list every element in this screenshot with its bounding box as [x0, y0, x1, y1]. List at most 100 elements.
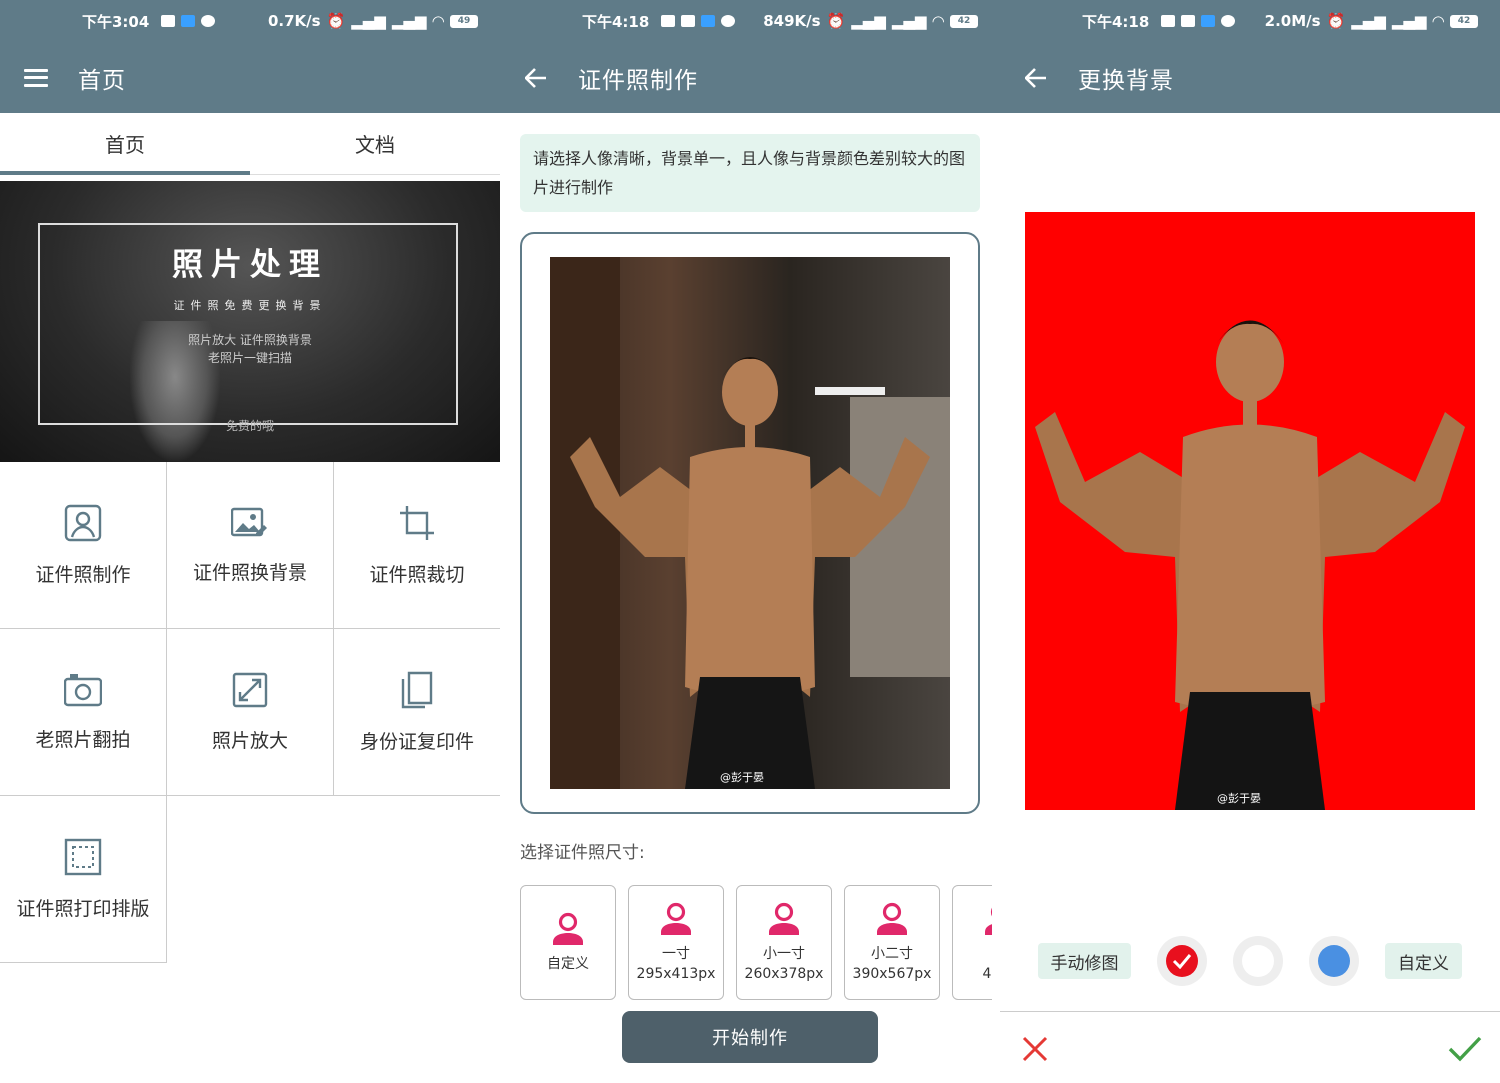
status-time: 下午4:18	[1082, 12, 1150, 31]
photo-watermark: @彭于晏	[720, 771, 764, 784]
status-bar: 下午3:04 0.7K/s ⏰ ▂▄▆ ▂▄▆ ◠ 49	[0, 0, 500, 42]
alarm-icon: ⏰	[326, 12, 346, 30]
swatch-red[interactable]	[1157, 936, 1207, 986]
dnd-icon	[201, 15, 216, 27]
custom-color-button[interactable]: 自定义	[1385, 943, 1462, 979]
status-time: 下午3:04	[82, 12, 150, 31]
feature-old-photo[interactable]: 老照片翻拍	[0, 629, 167, 796]
feature-label: 照片放大	[211, 729, 288, 752]
network-speed: 0.7K/s	[267, 12, 321, 30]
alarm-icon: ⏰	[1326, 12, 1346, 30]
swatch-blue[interactable]	[1309, 936, 1359, 986]
signal-icon-2: ▂▄▆	[891, 12, 927, 30]
person-icon	[985, 907, 992, 935]
feature-label: 证件照制作	[35, 563, 131, 586]
message-icon	[1161, 15, 1176, 27]
sizes-label: 选择证件照尺寸:	[520, 843, 645, 863]
network-speed: 849K/s	[763, 12, 821, 30]
screen-id-photo: 下午4:18 849K/s ⏰ ▂▄▆ ▂▄▆ ◠ 42 证件照制作 请选择人像…	[500, 0, 1000, 1083]
dnd-icon	[1221, 15, 1236, 27]
status-bar: 下午4:18 849K/s ⏰ ▂▄▆ ▂▄▆ ◠ 42	[500, 0, 1000, 42]
menu-icon[interactable]	[24, 66, 48, 90]
promo-banner[interactable]: 照片处理 证件照免费更换背景 照片放大 证件照换背景 老照片一键扫描 免费的哦	[0, 181, 500, 462]
print-layout-icon	[64, 838, 102, 875]
close-icon[interactable]	[1022, 1036, 1048, 1062]
status-bar: 下午4:18 2.0M/s ⏰ ▂▄▆ ▂▄▆ ◠ 42	[1000, 0, 1500, 42]
tab-home[interactable]: 首页	[0, 113, 250, 175]
photo-watermark: @彭于晏	[1217, 792, 1261, 805]
tab-documents[interactable]: 文档	[250, 113, 500, 174]
size-option-small-1inch[interactable]: 小一寸 260x378px	[736, 885, 832, 1000]
selected-photo: @彭于晏	[550, 257, 950, 789]
banner-subtitle: 证件照免费更换背景	[173, 299, 327, 312]
battery-icon: 42	[1450, 14, 1478, 28]
back-arrow-icon[interactable]	[1024, 66, 1048, 90]
network-speed: 2.0M/s	[1264, 12, 1321, 30]
size-name: 小二寸	[871, 945, 913, 962]
status-time: 下午4:18	[582, 12, 650, 31]
image-edit-icon	[231, 507, 267, 536]
size-option-small-2inch[interactable]: 小二寸 390x567px	[844, 885, 940, 1000]
person-icon	[769, 902, 799, 935]
hint-box: 请选择人像清晰，背景单一，且人像与背景颜色差别较大的图片进行制作	[520, 134, 980, 212]
feature-label: 身份证复印件	[359, 730, 474, 753]
page-title: 证件照制作	[578, 67, 698, 94]
feature-change-bg[interactable]: 证件照换背景	[167, 462, 334, 629]
feature-enlarge[interactable]: 照片放大	[167, 629, 334, 796]
person-figure	[1035, 320, 1465, 810]
swatch-white[interactable]	[1233, 936, 1283, 986]
message-icon	[161, 15, 176, 27]
feature-grid: 证件照制作 证件照换背景 证件照裁切 老照片翻拍 照片放大 身份证复印件 证件照…	[0, 462, 500, 963]
expand-icon	[232, 672, 268, 707]
banner-line-1: 照片放大 证件照换背景	[188, 333, 312, 347]
signal-icon: ▂▄▆	[851, 12, 886, 30]
banner-line-2: 老照片一键扫描	[207, 351, 292, 365]
person-figure	[550, 257, 950, 789]
feature-print-layout[interactable]: 证件照打印排版	[0, 796, 167, 963]
message-icon	[661, 15, 676, 27]
signal-icon-2: ▂▄▆	[1391, 12, 1427, 30]
battery-icon: 42	[950, 14, 978, 28]
feature-label: 老照片翻拍	[35, 728, 131, 751]
size-dims: 295x413px	[636, 965, 716, 982]
copy-icon	[401, 671, 433, 708]
cloud-icon	[1201, 15, 1216, 27]
person-icon	[877, 902, 907, 935]
feature-crop[interactable]: 证件照裁切	[334, 462, 500, 629]
person-icon	[661, 902, 691, 935]
feature-id-copy[interactable]: 身份证复印件	[334, 629, 500, 796]
signal-icon: ▂▄▆	[1351, 12, 1386, 30]
camera-icon	[64, 673, 102, 706]
back-arrow-icon[interactable]	[524, 66, 548, 90]
cloud-icon	[701, 15, 716, 27]
app-toolbar: 更换背景	[1000, 42, 1500, 113]
alarm-icon: ⏰	[826, 12, 846, 30]
size-dims: 413x	[982, 965, 992, 982]
background-preview: @彭于晏	[1025, 212, 1475, 810]
start-button[interactable]: 开始制作	[622, 1011, 878, 1063]
crop-icon	[400, 505, 434, 540]
feature-id-photo[interactable]: 证件照制作	[0, 462, 167, 629]
battery-icon: 49	[450, 14, 478, 28]
banner-footer: 免费的哦	[225, 419, 274, 433]
check-icon	[1172, 954, 1192, 969]
photo-picker[interactable]: @彭于晏	[520, 232, 980, 814]
feature-label: 证件照换背景	[192, 561, 307, 584]
tab-bar: 首页 文档	[0, 113, 500, 175]
size-list[interactable]: 自定义 一寸 295x413px 小一寸 260x378px 小二寸 390x5…	[520, 885, 992, 1000]
bottom-action-bar	[1000, 1011, 1500, 1083]
manual-edit-button[interactable]: 手动修图	[1038, 943, 1131, 979]
size-name: 一寸	[662, 945, 690, 962]
size-name: 小一寸	[763, 945, 805, 962]
bag-icon	[681, 15, 696, 27]
id-portrait-icon	[64, 504, 102, 541]
feature-label: 证件照裁切	[369, 563, 465, 586]
size-option-2inch[interactable]: 二 413x	[952, 885, 992, 1000]
person-icon	[553, 912, 583, 945]
size-name: 自定义	[547, 955, 589, 972]
size-option-1inch[interactable]: 一寸 295x413px	[628, 885, 724, 1000]
signal-icon: ▂▄▆	[351, 12, 386, 30]
check-icon[interactable]	[1448, 1036, 1482, 1062]
wifi-icon: ◠	[1432, 12, 1444, 30]
size-option-custom[interactable]: 自定义	[520, 885, 616, 1000]
